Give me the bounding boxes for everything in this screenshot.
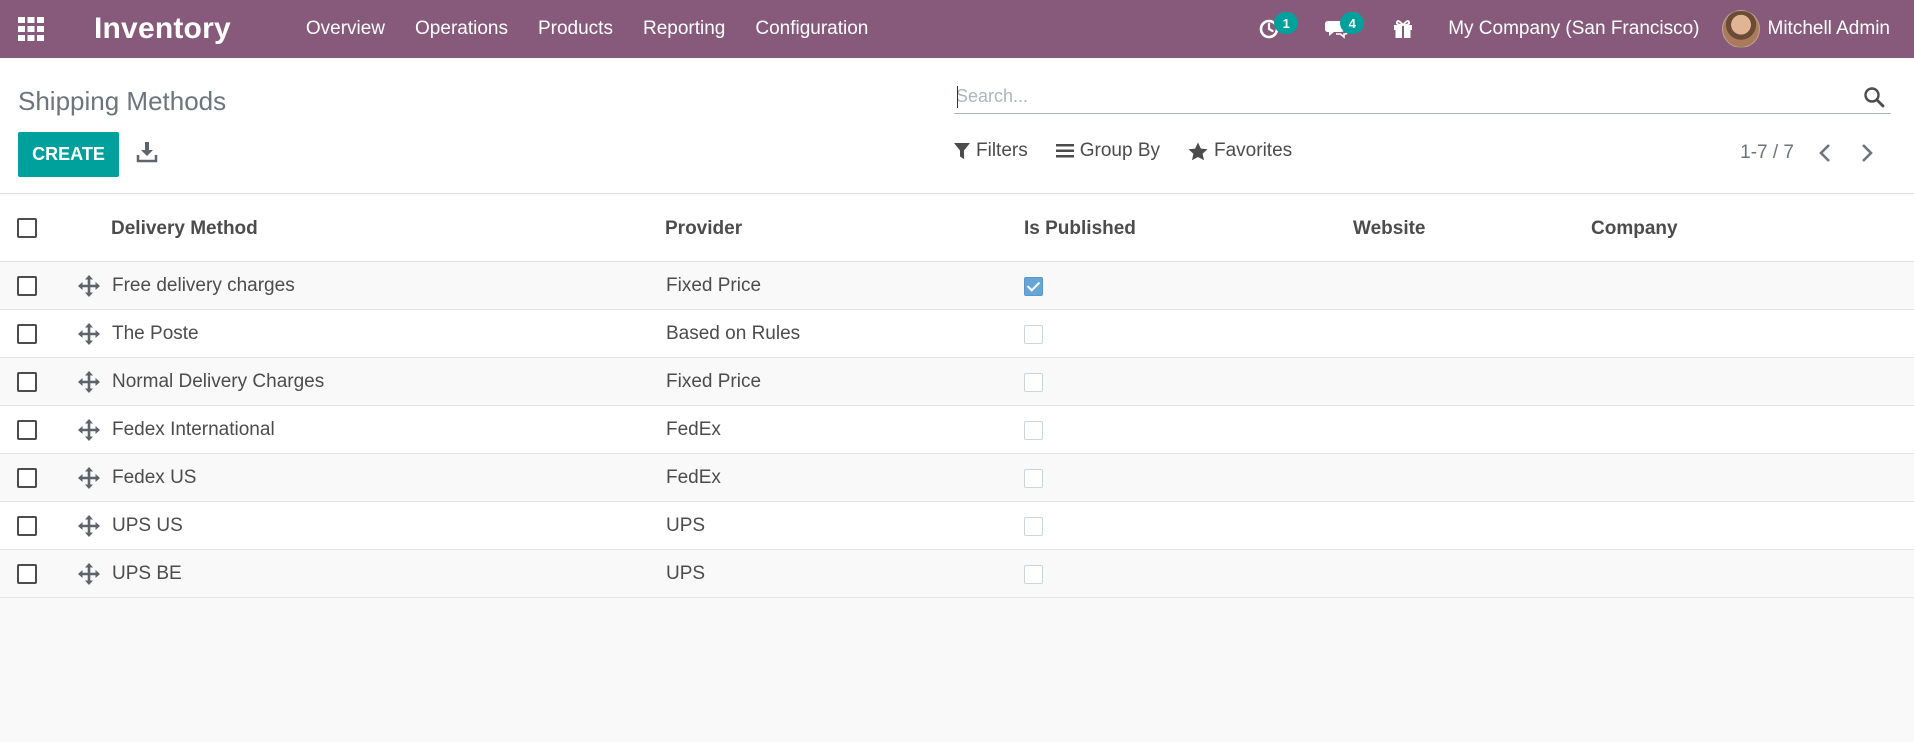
shipping-methods-list: Delivery Method Provider Is Published We…: [0, 195, 1914, 598]
provider-cell: UPS: [666, 563, 706, 584]
drag-handle-icon[interactable]: [78, 419, 100, 441]
row-checkbox[interactable]: [17, 420, 37, 440]
group-by-button[interactable]: Group By: [1055, 140, 1160, 162]
provider-cell: Fixed Price: [666, 371, 762, 392]
row-checkbox[interactable]: [17, 564, 37, 584]
delivery-method-cell: Fedex US: [112, 467, 197, 488]
row-checkbox[interactable]: [17, 516, 37, 536]
is-published-checkbox: [1024, 517, 1043, 536]
main-menu: Overview Operations Products Reporting C…: [291, 0, 884, 58]
column-provider[interactable]: Provider: [665, 195, 742, 262]
menu-configuration[interactable]: Configuration: [740, 0, 883, 58]
star-icon: [1188, 142, 1208, 160]
is-published-checkbox: [1024, 469, 1043, 488]
top-navbar: Inventory Overview Operations Products R…: [0, 0, 1914, 58]
search-options: Filters Group By Favorites: [954, 140, 1320, 162]
row-checkbox[interactable]: [17, 276, 37, 296]
activity-button[interactable]: 1: [1244, 0, 1299, 58]
select-all-checkbox[interactable]: [17, 218, 37, 238]
delivery-method-cell: Normal Delivery Charges: [112, 371, 325, 392]
is-published-checkbox: [1024, 325, 1043, 344]
chevron-right-icon[interactable]: [1856, 142, 1876, 164]
avatar: [1721, 10, 1760, 48]
table-row[interactable]: Fedex International FedEx: [0, 406, 1914, 454]
row-checkbox[interactable]: [17, 372, 37, 392]
group-by-label: Group By: [1079, 140, 1160, 161]
pager-value[interactable]: 1-7 / 7: [1740, 142, 1794, 164]
provider-cell: UPS: [666, 515, 706, 536]
delivery-method-cell: UPS BE: [112, 563, 182, 584]
search-input[interactable]: [954, 80, 1854, 112]
menu-products[interactable]: Products: [523, 0, 628, 58]
menu-reporting[interactable]: Reporting: [628, 0, 740, 58]
export-button[interactable]: [136, 140, 160, 166]
column-is-published[interactable]: Is Published: [1024, 195, 1136, 262]
user-name: Mitchell Admin: [1767, 18, 1891, 39]
row-checkbox[interactable]: [17, 324, 37, 344]
user-menu[interactable]: Mitchell Admin: [1721, 10, 1914, 48]
menu-overview[interactable]: Overview: [291, 0, 400, 58]
row-checkbox[interactable]: [17, 468, 37, 488]
search-bar: [954, 80, 1891, 114]
column-delivery-method[interactable]: Delivery Method: [111, 195, 258, 262]
filters-button[interactable]: Filters: [954, 140, 1028, 162]
filters-label: Filters: [976, 140, 1028, 161]
drag-handle-icon[interactable]: [78, 515, 100, 537]
list-icon: [1055, 144, 1074, 158]
page-title: Shipping Methods: [18, 86, 227, 116]
column-website[interactable]: Website: [1353, 195, 1426, 262]
provider-cell: Fixed Price: [666, 275, 762, 296]
drag-handle-icon[interactable]: [78, 275, 100, 297]
provider-cell: FedEx: [666, 419, 721, 440]
column-company[interactable]: Company: [1591, 195, 1678, 262]
download-icon: [136, 142, 158, 163]
table-row[interactable]: Normal Delivery Charges Fixed Price: [0, 358, 1914, 406]
list-body: Free delivery charges Fixed Price The Post…: [0, 262, 1914, 598]
table-row[interactable]: UPS BE UPS: [0, 550, 1914, 598]
table-row[interactable]: The Poste Based on Rules: [0, 310, 1914, 358]
company-switcher[interactable]: My Company (San Francisco): [1428, 18, 1721, 40]
create-button[interactable]: CREATE: [18, 132, 119, 177]
table-row[interactable]: Free delivery charges Fixed Price: [0, 262, 1914, 310]
delivery-method-cell: The Poste: [112, 323, 199, 344]
delivery-method-cell: Free delivery charges: [112, 275, 295, 296]
systray: 1 4 My Company (San Francisco) Mitchell …: [1244, 0, 1914, 58]
drag-handle-icon[interactable]: [78, 563, 100, 585]
provider-cell: Based on Rules: [666, 323, 801, 344]
delivery-method-cell: Fedex International: [112, 419, 275, 440]
messages-button[interactable]: 4: [1310, 0, 1365, 58]
favorites-button[interactable]: Favorites: [1188, 140, 1292, 162]
apps-menu-button[interactable]: [0, 0, 62, 58]
drag-handle-icon[interactable]: [78, 323, 100, 345]
is-published-checkbox: [1024, 421, 1043, 440]
drag-handle-icon[interactable]: [78, 371, 100, 393]
search-icon[interactable]: [1863, 86, 1885, 108]
table-row[interactable]: Fedex US FedEx: [0, 454, 1914, 502]
apps-grid-icon: [18, 17, 44, 41]
favorites-label: Favorites: [1214, 140, 1293, 161]
is-published-checkbox: [1024, 373, 1043, 392]
control-panel: Shipping Methods CREATE Filters: [0, 58, 1914, 194]
is-published-checkbox: [1024, 565, 1043, 584]
gift-icon: [1394, 20, 1413, 38]
menu-operations[interactable]: Operations: [400, 0, 523, 58]
drag-handle-icon[interactable]: [78, 467, 100, 489]
activity-count-badge: 1: [1274, 12, 1299, 34]
app-name[interactable]: Inventory: [94, 12, 231, 46]
list-header: Delivery Method Provider Is Published We…: [0, 195, 1914, 262]
text-cursor: [957, 86, 958, 108]
chevron-left-icon[interactable]: [1816, 142, 1836, 164]
messages-count-badge: 4: [1340, 12, 1365, 34]
filter-icon: [954, 143, 970, 159]
table-row[interactable]: UPS US UPS: [0, 502, 1914, 550]
gift-button[interactable]: [1378, 0, 1428, 58]
is-published-checkbox: [1024, 277, 1043, 296]
delivery-method-cell: UPS US: [112, 515, 183, 536]
provider-cell: FedEx: [666, 467, 721, 488]
